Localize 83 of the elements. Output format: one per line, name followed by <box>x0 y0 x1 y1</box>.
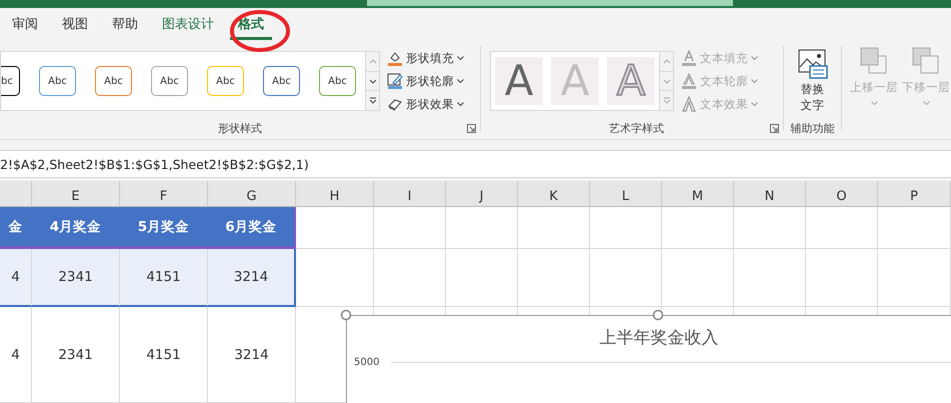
table-cell: 3214 <box>208 249 296 307</box>
chevron-up-icon <box>662 58 670 64</box>
column-header[interactable]: I <box>374 181 446 207</box>
group-label: 艺术字样式 <box>609 121 664 136</box>
shape-style-swatch[interactable]: Abc <box>95 66 132 96</box>
caret-icon <box>457 56 464 60</box>
table-cell: 金 <box>0 207 32 249</box>
column-header[interactable]: E <box>32 181 120 207</box>
empty-cell <box>806 207 878 249</box>
column-header[interactable]: N <box>734 181 806 207</box>
chevron-down-icon <box>662 78 670 84</box>
column-header[interactable]: H <box>296 181 374 207</box>
empty-cell <box>590 207 662 249</box>
annotation-circle <box>229 9 291 53</box>
letter-a-icon <box>681 96 697 112</box>
letter-a-icon <box>681 73 697 89</box>
empty-cell <box>734 207 806 249</box>
empty-cell <box>446 207 518 249</box>
empty-cell <box>662 207 734 249</box>
table-cell: 4 <box>0 249 32 307</box>
ribbon-command[interactable]: 形状填充 <box>387 48 464 68</box>
column-header[interactable]: G <box>208 181 296 207</box>
dialog-launcher-icon[interactable] <box>770 124 779 133</box>
dialog-launcher-icon[interactable] <box>467 124 476 133</box>
resize-handle[interactable] <box>340 309 352 321</box>
column-header[interactable]: L <box>590 181 662 207</box>
wordart-style-swatch[interactable]: A <box>495 57 543 105</box>
column-header[interactable]: J <box>446 181 518 207</box>
shape-style-swatch[interactable]: Abc <box>207 66 244 96</box>
layers-icon <box>911 46 941 76</box>
column-header[interactable]: F <box>120 181 208 207</box>
ribbon-tab[interactable]: 帮助 <box>104 8 146 40</box>
letter-a-icon <box>681 50 697 66</box>
chart-area[interactable]: 上半年奖金收入 5000 <box>346 315 951 403</box>
ribbon-tab[interactable]: 图表设计 <box>154 8 222 40</box>
caret-icon <box>870 101 878 105</box>
search-field[interactable] <box>367 0 733 6</box>
caret-icon <box>457 102 464 106</box>
chart-title: 上半年奖金收入 <box>598 327 720 349</box>
column-header[interactable]: K <box>518 181 590 207</box>
chevron-down-icon <box>368 78 376 84</box>
caret-icon <box>457 79 464 83</box>
ribbon-tab[interactable]: 审阅 <box>4 8 46 40</box>
paint-bucket-icon <box>387 50 403 66</box>
axis-label: 5000 <box>354 357 380 368</box>
ribbon-command[interactable]: 形状轮廓 <box>387 72 464 90</box>
expand-icon <box>368 97 376 104</box>
pen-icon <box>387 73 403 89</box>
caret-icon <box>751 79 758 83</box>
shape-style-swatch[interactable]: Abc <box>39 66 76 96</box>
caret-icon <box>922 101 930 105</box>
column-header[interactable]: P <box>878 181 951 207</box>
column-header[interactable]: O <box>806 181 878 207</box>
table-cell: 2341 <box>32 307 120 403</box>
table-cell: 3214 <box>208 307 296 403</box>
expand-icon <box>662 97 670 104</box>
group-label: 辅助功能 <box>790 121 834 136</box>
layers-icon <box>859 46 889 76</box>
resize-handle[interactable] <box>652 309 664 321</box>
caret-icon <box>751 56 758 60</box>
image-text-icon <box>798 49 828 79</box>
ribbon-tab[interactable]: 视图 <box>54 8 96 40</box>
table-cell: 5月奖金 <box>120 207 208 249</box>
ribbon-command[interactable]: 形状效果 <box>387 94 464 114</box>
formula-text: 2!$A$2,Sheet2!$B$1:$G$1,Sheet2!$B$2:$G$2,1) <box>0 156 309 172</box>
shape-style-swatch[interactable]: bc <box>1 66 20 96</box>
formula-bar[interactable]: 2!$A$2,Sheet2!$B$1:$G$1,Sheet2!$B$2:$G$2,1) <box>0 150 951 178</box>
table-cell: 2341 <box>32 249 120 307</box>
shape-style-swatch[interactable]: Abc <box>319 66 356 96</box>
table-cell: 4月奖金 <box>32 207 120 249</box>
table-cell: 4151 <box>120 307 208 403</box>
empty-cell <box>518 207 590 249</box>
column-header[interactable]: M <box>662 181 734 207</box>
shape-style-swatch[interactable]: Abc <box>151 66 188 96</box>
chevron-up-icon <box>368 58 376 64</box>
empty-cell <box>374 207 446 249</box>
table-cell: 6月奖金 <box>208 207 296 249</box>
shape-style-swatch[interactable]: Abc <box>263 66 300 96</box>
table-cell: 4 <box>0 307 32 403</box>
caret-icon <box>751 102 758 106</box>
table-cell: 4151 <box>120 249 208 307</box>
alt-text-button[interactable]: 替换文字 <box>798 49 828 113</box>
group-label: 形状样式 <box>218 121 262 136</box>
